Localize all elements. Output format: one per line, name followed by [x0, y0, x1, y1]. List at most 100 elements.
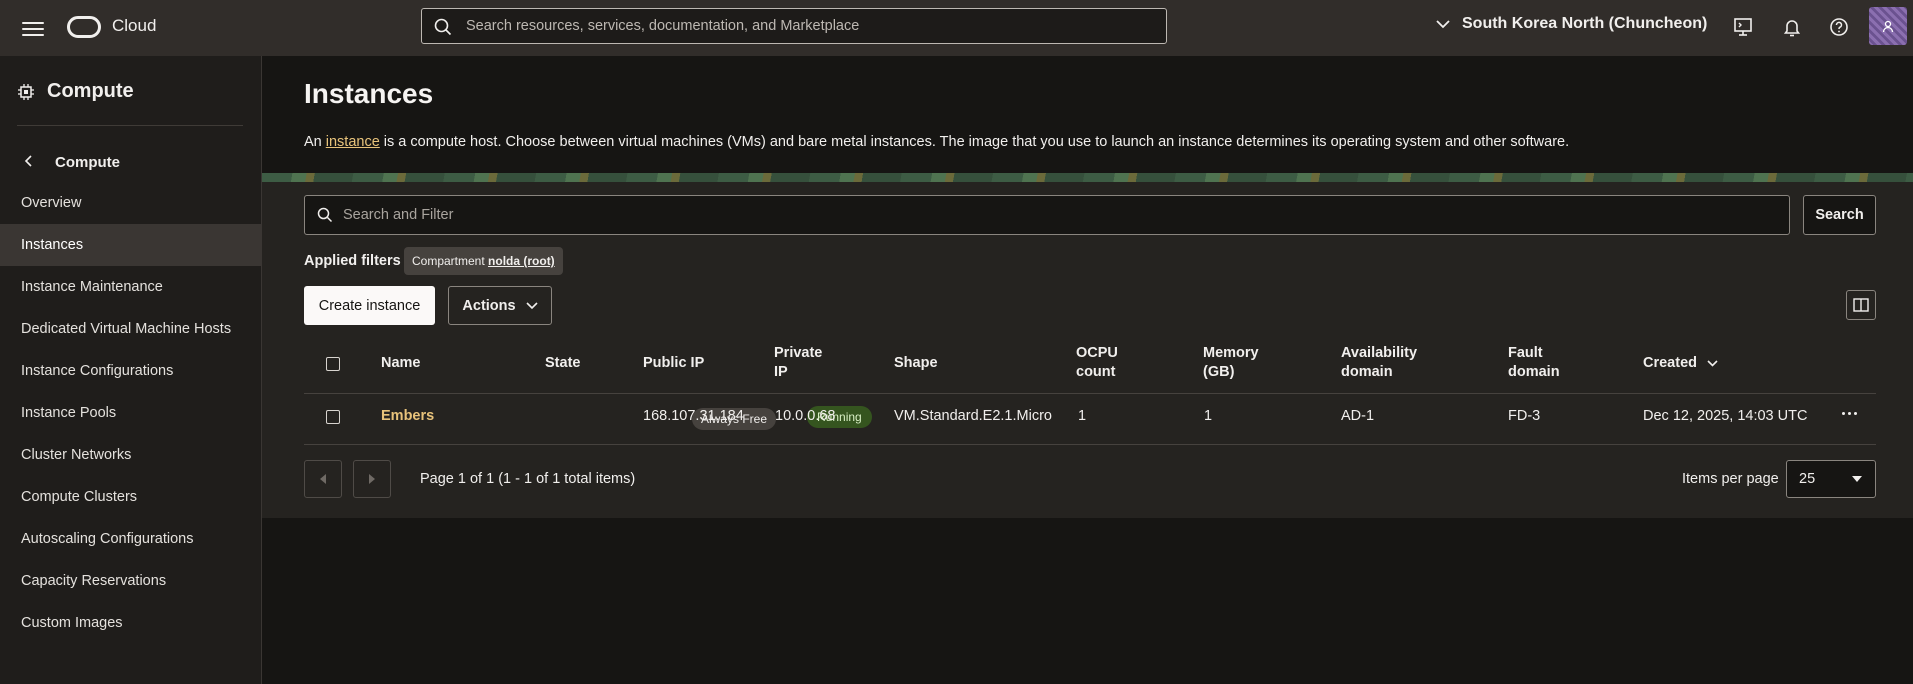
search-button[interactable]: Search — [1803, 195, 1876, 235]
header-avail-line1: Availability — [1341, 345, 1418, 361]
chevron-down-icon — [1436, 20, 1450, 29]
page-title: Instances — [304, 78, 434, 109]
actions-button[interactable]: Actions — [448, 286, 552, 325]
header-fault-line1: Fault — [1508, 345, 1543, 361]
chevron-down-icon — [526, 301, 538, 309]
intro-after: is a compute host. Choose between virtua… — [379, 134, 1570, 150]
sidebar-item-instance-configurations[interactable]: Instance Configurations — [0, 350, 261, 392]
row-actions-menu[interactable] — [1834, 402, 1864, 424]
intro-before: An — [304, 134, 326, 150]
sidebar-item-instance-pools[interactable]: Instance Pools — [0, 392, 261, 434]
oracle-logo-icon[interactable] — [67, 16, 101, 38]
availability-domain-cell: AD-1 — [1341, 408, 1375, 424]
header-name[interactable]: Name — [381, 354, 421, 373]
user-avatar[interactable] — [1869, 7, 1907, 45]
create-instance-button[interactable]: Create instance — [304, 286, 435, 325]
brand-label[interactable]: Cloud — [112, 16, 156, 36]
items-per-page-value: 25 — [1799, 471, 1816, 487]
header-fault-domain[interactable]: Fault domain — [1508, 344, 1560, 382]
compartment-link[interactable]: nolda (root) — [488, 254, 555, 268]
header-shape[interactable]: Shape — [894, 354, 938, 373]
search-icon — [434, 18, 452, 36]
global-search-input[interactable] — [466, 9, 1156, 43]
decorative-banner — [262, 173, 1913, 182]
region-selector[interactable]: South Korea North (Chuncheon) — [1436, 15, 1707, 33]
header-memory-line2: (GB) — [1203, 364, 1235, 380]
prev-page-button[interactable] — [304, 460, 342, 498]
header-private-ip-line1: Private — [774, 345, 823, 361]
filter-search[interactable] — [304, 195, 1790, 235]
sidebar-item-overview[interactable]: Overview — [0, 182, 261, 224]
header-ocpu-line1: OCPU — [1076, 345, 1118, 361]
header-memory[interactable]: Memory (GB) — [1203, 344, 1259, 382]
header-ocpu-line2: count — [1076, 364, 1116, 380]
table-row-divider — [304, 444, 1876, 445]
column-settings-button[interactable] — [1846, 290, 1876, 320]
pagination-summary: Page 1 of 1 (1 - 1 of 1 total items) — [420, 471, 636, 487]
instance-name-link[interactable]: Embers — [381, 408, 434, 424]
sidebar-item-compute-clusters[interactable]: Compute Clusters — [0, 476, 261, 518]
sidebar-item-custom-images[interactable]: Custom Images — [0, 602, 261, 644]
user-icon — [1882, 20, 1894, 33]
region-label: South Korea North (Chuncheon) — [1462, 15, 1708, 32]
sort-descending-icon — [1707, 360, 1718, 367]
private-ip-cell: 10.0.0.68 — [775, 408, 836, 424]
ocpu-cell: 1 — [1078, 408, 1087, 424]
filter-search-input[interactable] — [343, 196, 1773, 234]
table-header-divider — [304, 393, 1876, 394]
next-page-button[interactable] — [353, 460, 391, 498]
header-ocpu[interactable]: OCPU count — [1076, 344, 1118, 382]
sidebar-title: Compute — [17, 80, 134, 103]
row-checkbox[interactable] — [326, 410, 340, 424]
sidebar-item-autoscaling[interactable]: Autoscaling Configurations — [0, 518, 261, 560]
header-availability-domain[interactable]: Availability domain — [1341, 344, 1417, 382]
sidebar-item-capacity-reservations[interactable]: Capacity Reservations — [0, 560, 261, 602]
sidebar-nav: Overview Instances Instance Maintenance … — [0, 182, 261, 644]
shape-cell: VM.Standard.E2.1.Micro — [894, 408, 1052, 424]
caret-down-icon — [1852, 476, 1862, 482]
main-content: Instances An instance is a compute host.… — [262, 56, 1913, 684]
fault-domain-cell: FD-3 — [1508, 408, 1541, 424]
sidebar-item-instances[interactable]: Instances — [0, 224, 261, 266]
instance-docs-link[interactable]: instance — [326, 134, 380, 150]
header-private-ip-line2: IP — [774, 364, 788, 380]
items-per-page-select[interactable]: 25 — [1786, 460, 1876, 498]
header-private-ip[interactable]: Private IP — [774, 344, 822, 382]
sidebar-item-instance-maintenance[interactable]: Instance Maintenance — [0, 266, 261, 308]
select-all-checkbox[interactable] — [326, 357, 340, 371]
chip-prefix: Compartment — [412, 254, 489, 268]
header-memory-line1: Memory — [1203, 345, 1259, 361]
cloud-shell-icon[interactable] — [1732, 16, 1754, 38]
caret-right-icon — [369, 474, 375, 484]
intro-text: An instance is a compute host. Choose be… — [304, 134, 1569, 150]
sidebar-divider — [17, 125, 243, 126]
chevron-left-icon — [17, 154, 41, 171]
applied-filters-label: Applied filters — [304, 253, 401, 269]
actions-label: Actions — [462, 297, 516, 314]
header-state[interactable]: State — [545, 354, 580, 373]
public-ip-cell: 168.107.31.184 — [643, 408, 744, 424]
top-bar: Cloud South Korea North (Chuncheon) — [0, 0, 1913, 56]
global-search[interactable] — [421, 8, 1167, 44]
caret-left-icon — [320, 474, 326, 484]
compartment-filter-chip[interactable]: Compartment nolda (root) — [404, 247, 563, 275]
sidebar-back-link[interactable]: Compute — [17, 154, 120, 171]
menu-icon[interactable] — [22, 18, 44, 38]
header-created-label: Created — [1643, 355, 1697, 371]
search-icon — [317, 207, 333, 223]
instances-panel: Search Applied filters Compartment nolda… — [262, 182, 1913, 518]
memory-cell: 1 — [1204, 408, 1213, 424]
bell-icon[interactable] — [1781, 16, 1803, 38]
header-created[interactable]: Created — [1643, 354, 1718, 373]
columns-icon — [1853, 298, 1869, 312]
header-public-ip[interactable]: Public IP — [643, 354, 704, 373]
header-fault-line2: domain — [1508, 364, 1560, 380]
sidebar: Compute Compute Overview Instances Insta… — [0, 56, 262, 684]
sidebar-item-dedicated-vm-hosts[interactable]: Dedicated Virtual Machine Hosts — [0, 308, 261, 350]
sidebar-title-label: Compute — [47, 80, 134, 102]
help-icon[interactable] — [1828, 16, 1850, 38]
created-cell: Dec 12, 2025, 14:03 UTC — [1643, 408, 1808, 424]
items-per-page-label: Items per page — [1682, 471, 1779, 487]
sidebar-item-cluster-networks[interactable]: Cluster Networks — [0, 434, 261, 476]
header-avail-line2: domain — [1341, 364, 1393, 380]
